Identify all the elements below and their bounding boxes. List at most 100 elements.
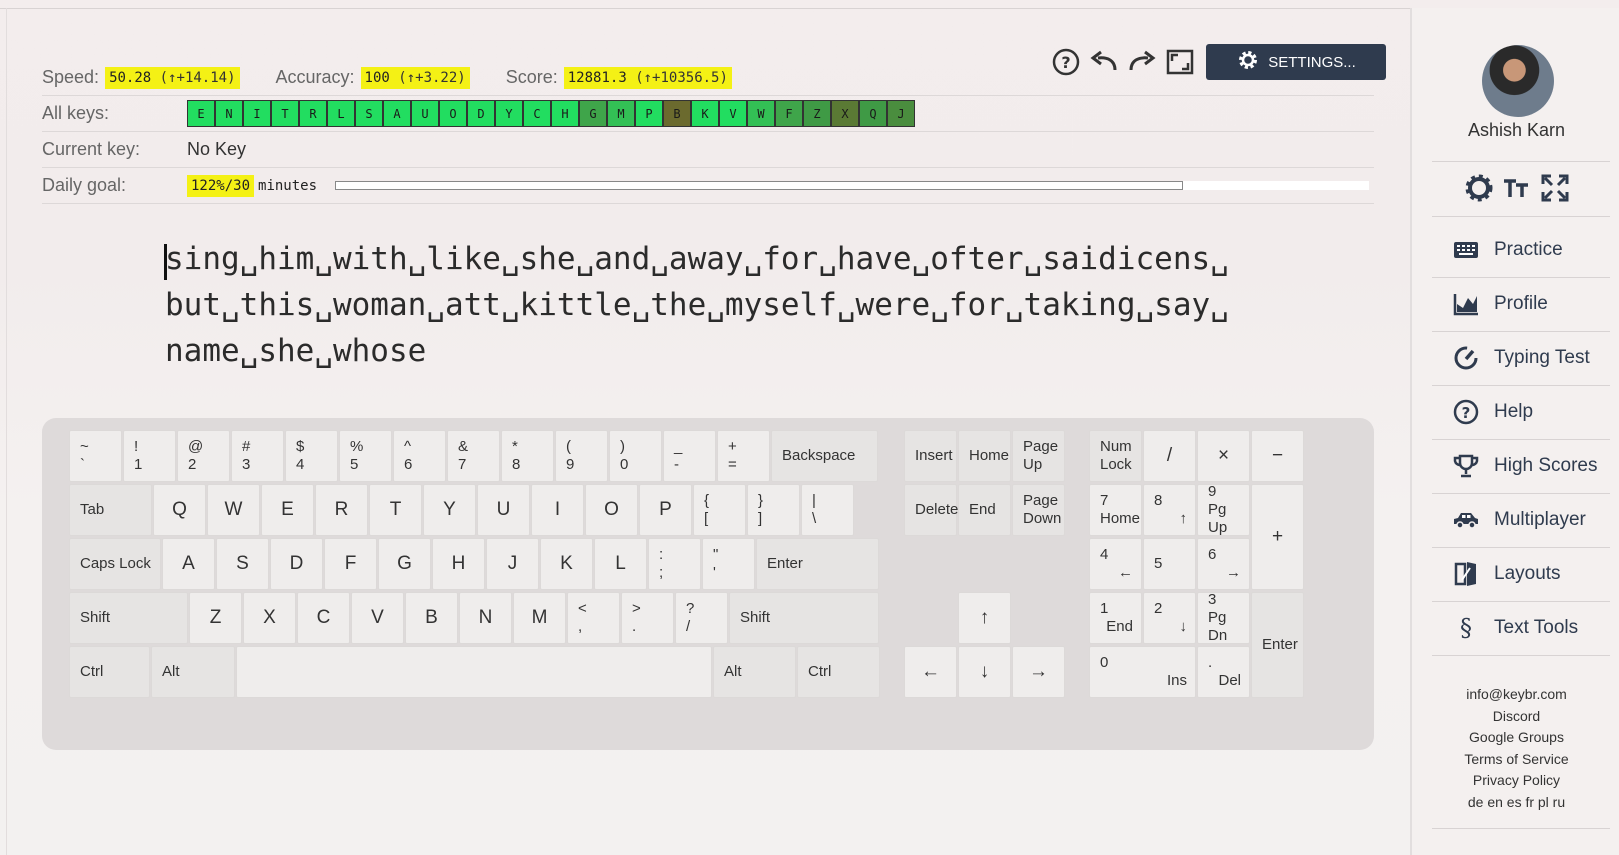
- caps-lock-key[interactable]: Caps Lock: [69, 538, 161, 590]
- key-chip[interactable]: U: [411, 100, 439, 127]
- sidebar-item-text-tools[interactable]: § Text Tools: [1432, 601, 1610, 655]
- sidebar-item-profile[interactable]: Profile: [1432, 277, 1610, 331]
- numpad-enter-key[interactable]: Enter: [1251, 592, 1304, 698]
- key-b[interactable]: B: [405, 592, 458, 644]
- key-chip[interactable]: Z: [803, 100, 831, 127]
- key-o[interactable]: O: [585, 484, 638, 536]
- key-5[interactable]: % 5: [339, 430, 392, 482]
- key-chip[interactable]: L: [327, 100, 355, 127]
- numpad-7-key[interactable]: 7 Home: [1089, 484, 1142, 536]
- numpad-6-key[interactable]: 6 →: [1197, 538, 1250, 590]
- key-sym[interactable]: :;: [648, 538, 701, 590]
- key-`[interactable]: ~ `: [69, 430, 122, 482]
- key-chip[interactable]: R: [299, 100, 327, 127]
- practice-text[interactable]: sing␣him␣with␣like␣she␣and␣away␣for␣have…: [165, 236, 1265, 374]
- key-chip[interactable]: H: [551, 100, 579, 127]
- left-alt-key[interactable]: Alt: [151, 646, 235, 698]
- key-7[interactable]: & 7: [447, 430, 500, 482]
- page-down-key[interactable]: Page Down: [1012, 484, 1065, 536]
- tab-key[interactable]: Tab: [69, 484, 152, 536]
- sidebar-item-help[interactable]: ? Help: [1432, 385, 1610, 439]
- key-sym[interactable]: " ': [702, 538, 755, 590]
- key-chip[interactable]: P: [635, 100, 663, 127]
- key-y[interactable]: Y: [423, 484, 476, 536]
- google-groups-link[interactable]: Google Groups: [1412, 727, 1619, 749]
- key-3[interactable]: #3: [231, 430, 284, 482]
- left-ctrl-key[interactable]: Ctrl: [69, 646, 150, 698]
- end-key[interactable]: End: [958, 484, 1011, 536]
- key-i[interactable]: I: [531, 484, 584, 536]
- key-v[interactable]: V: [351, 592, 404, 644]
- numpad-3-key[interactable]: 3 Pg Dn: [1197, 591, 1250, 644]
- key-chip[interactable]: E: [187, 100, 215, 127]
- right-alt-key[interactable]: Alt: [713, 646, 796, 698]
- language-links[interactable]: de en es fr pl ru: [1412, 792, 1619, 814]
- enter-key[interactable]: Enter: [756, 538, 879, 590]
- key-chip[interactable]: F: [775, 100, 803, 127]
- key-chip[interactable]: K: [691, 100, 719, 127]
- numpad-multiply-key[interactable]: ×: [1197, 430, 1250, 482]
- key-f[interactable]: F: [324, 538, 377, 590]
- key-d[interactable]: D: [270, 538, 323, 590]
- numpad-1-key[interactable]: 1 End: [1089, 592, 1142, 644]
- key-chip[interactable]: O: [439, 100, 467, 127]
- help-icon[interactable]: ?: [1050, 46, 1082, 78]
- font-size-icon[interactable]: [1502, 173, 1532, 210]
- numpad-0-key[interactable]: 0 Ins: [1089, 646, 1196, 698]
- settings-button[interactable]: SETTINGS...: [1206, 44, 1386, 80]
- key-k[interactable]: K: [540, 538, 593, 590]
- arrow-right-key[interactable]: →: [1012, 646, 1065, 698]
- key-2[interactable]: @2: [177, 430, 230, 482]
- key-chip[interactable]: D: [467, 100, 495, 127]
- home-key[interactable]: Home: [958, 430, 1011, 482]
- key-c[interactable]: C: [297, 592, 350, 644]
- key-a[interactable]: A: [162, 538, 215, 590]
- arrow-up-key[interactable]: ↑: [958, 592, 1011, 644]
- key-6[interactable]: ^ 6: [393, 430, 446, 482]
- avatar[interactable]: [1482, 45, 1554, 117]
- numpad-2-key[interactable]: 2 ↓: [1143, 592, 1196, 644]
- key-chip[interactable]: N: [215, 100, 243, 127]
- key-8[interactable]: * 8: [501, 430, 554, 482]
- sidebar-item-practice[interactable]: Practice: [1432, 223, 1610, 277]
- key-chip[interactable]: V: [719, 100, 747, 127]
- key--[interactable]: _ -: [663, 430, 716, 482]
- fullscreen-icon[interactable]: [1164, 46, 1196, 78]
- key-q[interactable]: Q: [153, 484, 206, 536]
- arrow-left-key[interactable]: ←: [904, 646, 957, 698]
- key-j[interactable]: J: [486, 538, 539, 590]
- numpad-4-key[interactable]: 4 ←: [1089, 538, 1142, 590]
- insert-key[interactable]: Insert: [904, 430, 957, 482]
- sidebar-item-multiplayer[interactable]: Multiplayer: [1432, 493, 1610, 547]
- numpad-9-key[interactable]: 9 Pg Up: [1197, 483, 1250, 536]
- theme-icon[interactable]: [1464, 173, 1494, 210]
- numpad-5-key[interactable]: 5: [1143, 538, 1196, 590]
- key-0[interactable]: ) 0: [609, 430, 662, 482]
- key-[[interactable]: {[: [693, 484, 746, 536]
- numpad-dot-key[interactable]: . Del: [1197, 646, 1250, 698]
- key-chip[interactable]: S: [355, 100, 383, 127]
- right-ctrl-key[interactable]: Ctrl: [797, 646, 880, 698]
- right-shift-key[interactable]: Shift: [729, 592, 879, 644]
- key-chip[interactable]: C: [523, 100, 551, 127]
- key-n[interactable]: N: [459, 592, 512, 644]
- key-4[interactable]: $4: [285, 430, 338, 482]
- user-name[interactable]: Ashish Karn: [1412, 120, 1619, 141]
- key-chip[interactable]: A: [383, 100, 411, 127]
- key-l[interactable]: L: [594, 538, 647, 590]
- sidebar-item-layouts[interactable]: Layouts: [1432, 547, 1610, 601]
- key-chip[interactable]: Y: [495, 100, 523, 127]
- sidebar-item-high-scores[interactable]: High Scores: [1432, 439, 1610, 493]
- space-key[interactable]: [236, 646, 712, 698]
- key-chip[interactable]: J: [887, 100, 915, 127]
- terms-link[interactable]: Terms of Service: [1412, 749, 1619, 771]
- key-chip[interactable]: B: [663, 100, 691, 127]
- key-z[interactable]: Z: [189, 592, 242, 644]
- key-r[interactable]: R: [315, 484, 368, 536]
- key-t[interactable]: T: [369, 484, 422, 536]
- discord-link[interactable]: Discord: [1412, 706, 1619, 728]
- email-link[interactable]: info@keybr.com: [1412, 684, 1619, 706]
- key-chip[interactable]: M: [607, 100, 635, 127]
- sidebar-item-typing-test[interactable]: Typing Test: [1432, 331, 1610, 385]
- key-9[interactable]: (9: [555, 430, 608, 482]
